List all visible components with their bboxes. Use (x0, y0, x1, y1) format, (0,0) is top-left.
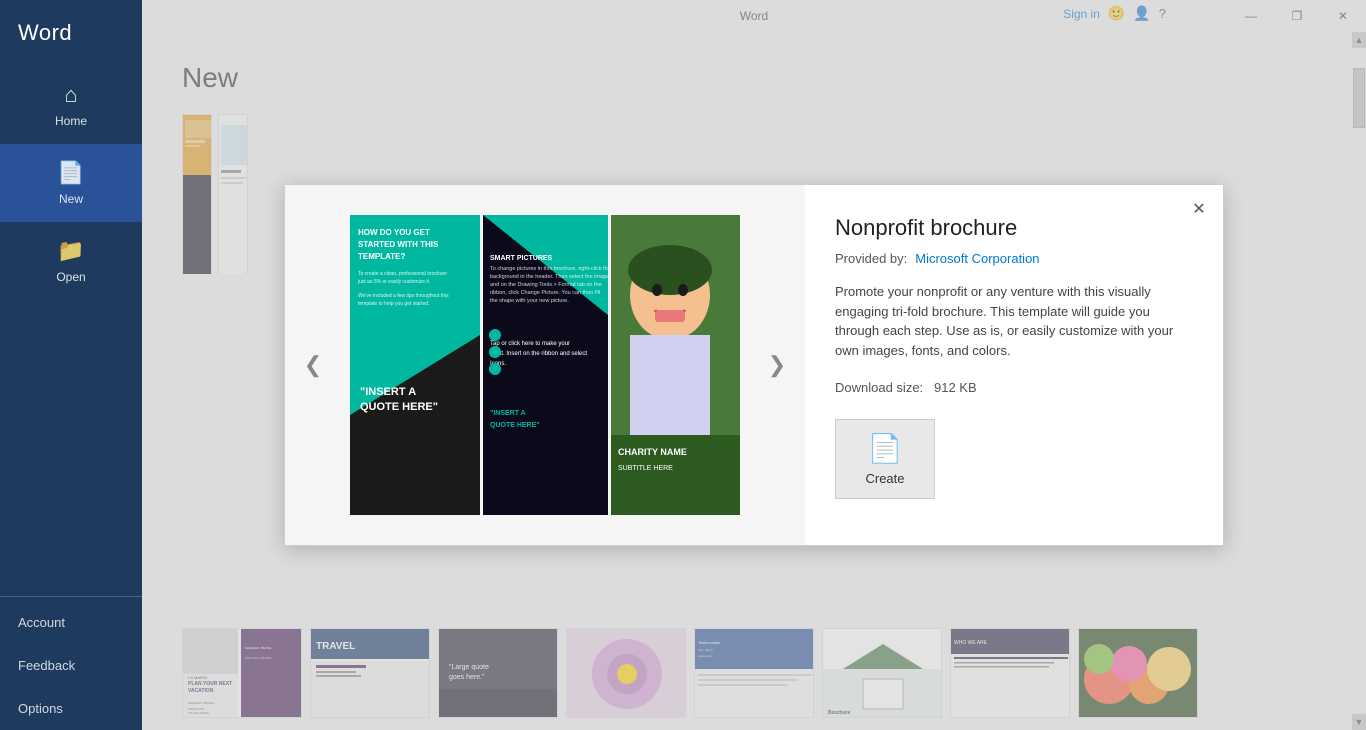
sidebar-item-new[interactable]: 📄 New (0, 144, 142, 222)
home-icon: ⌂ (64, 82, 77, 108)
sidebar-app-name: Word (0, 0, 142, 66)
modal-download-label: Download size: (835, 380, 923, 395)
sidebar-item-feedback[interactable]: Feedback (0, 644, 142, 687)
svg-text:QUOTE HERE": QUOTE HERE" (360, 401, 438, 413)
sidebar-item-label-new: New (59, 192, 83, 206)
template-detail-modal: ✕ ❮ "INSERT A QUOTE HERE" Tap or click h… (284, 184, 1224, 546)
svg-text:To change pictures in this bro: To change pictures in this brochure, rig… (490, 266, 611, 272)
svg-text:ribbon, click Change Picture.: ribbon, click Change Picture. You can th… (490, 290, 600, 296)
new-doc-icon: 📄 (57, 160, 84, 186)
modal-prev-button[interactable]: ❮ (295, 347, 331, 383)
modal-template-title: Nonprofit brochure (835, 215, 1193, 241)
modal-next-button[interactable]: ❯ (759, 347, 795, 383)
sidebar-item-home[interactable]: ⌂ Home (0, 66, 142, 144)
svg-text:To create a clean, professiona: To create a clean, professional brochure (358, 271, 447, 277)
svg-text:STARTED WITH THIS: STARTED WITH THIS (358, 240, 439, 249)
sidebar-item-account[interactable]: Account (0, 601, 142, 644)
svg-text:just as 5% or easily customize: just as 5% or easily customize it. (357, 279, 430, 285)
modal-description: Promote your nonprofit or any venture wi… (835, 282, 1193, 360)
main-area: Word Sign in 🙂 👤 ? — ❐ ✕ New (142, 0, 1366, 730)
svg-text:SUBTITLE HERE: SUBTITLE HERE (618, 465, 673, 472)
modal-info-panel: Nonprofit brochure Provided by: Microsof… (805, 185, 1223, 545)
modal-overlay: ✕ ❮ "INSERT A QUOTE HERE" Tap or click h… (142, 0, 1366, 730)
sidebar-item-options[interactable]: Options (0, 687, 142, 730)
modal-download-info: Download size: 912 KB (835, 380, 1193, 395)
sidebar-item-open[interactable]: 📁 Open (0, 222, 142, 300)
svg-text:Tap or click here to make your: Tap or click here to make your (490, 341, 570, 347)
modal-close-button[interactable]: ✕ (1187, 197, 1211, 221)
modal-provider-label: Provided by: (835, 251, 907, 266)
svg-text:the shape with your new pictur: the shape with your new picture. (490, 298, 569, 304)
brochure-preview-image: "INSERT A QUOTE HERE" Tap or click here … (350, 215, 740, 515)
svg-text:and on the Drawing Tools > For: and on the Drawing Tools > Format tab on… (490, 282, 602, 288)
modal-download-size: 912 KB (934, 380, 977, 395)
sidebar-item-label-home: Home (55, 114, 87, 128)
modal-provider-link[interactable]: Microsoft Corporation (915, 251, 1039, 266)
open-folder-icon: 📁 (57, 238, 84, 264)
svg-text:CHARITY NAME: CHARITY NAME (618, 447, 687, 457)
modal-preview-area: ❮ "INSERT A QUOTE HERE" Tap or click her… (285, 185, 805, 545)
create-button-label: Create (865, 471, 904, 486)
svg-text:HOW DO YOU GET: HOW DO YOU GET (358, 228, 430, 237)
svg-text:TEMPLATE?: TEMPLATE? (358, 252, 406, 261)
svg-text:SMART PICTURES: SMART PICTURES (490, 255, 553, 262)
svg-text:template to help you get start: template to help you get started. (358, 301, 429, 307)
svg-text:"INSERT A: "INSERT A (360, 386, 416, 398)
create-button[interactable]: 📄 Create (835, 419, 935, 499)
create-doc-icon: 📄 (868, 432, 903, 465)
svg-text:We've included a few tips thro: We've included a few tips throughout thi… (358, 293, 449, 299)
svg-text:QUOTE HERE": QUOTE HERE" (490, 422, 540, 429)
sidebar-item-label-open: Open (56, 270, 85, 284)
modal-provider-row: Provided by: Microsoft Corporation (835, 251, 1193, 266)
svg-text:background in the header. Then: background in the header. Then select th… (490, 274, 609, 280)
svg-text:"INSERT A: "INSERT A (490, 410, 526, 417)
svg-text:point. Insert on the ribbon an: point. Insert on the ribbon and select (490, 351, 587, 357)
sidebar: Word ⌂ Home 📄 New 📁 Open Account Feedbac… (0, 0, 142, 730)
